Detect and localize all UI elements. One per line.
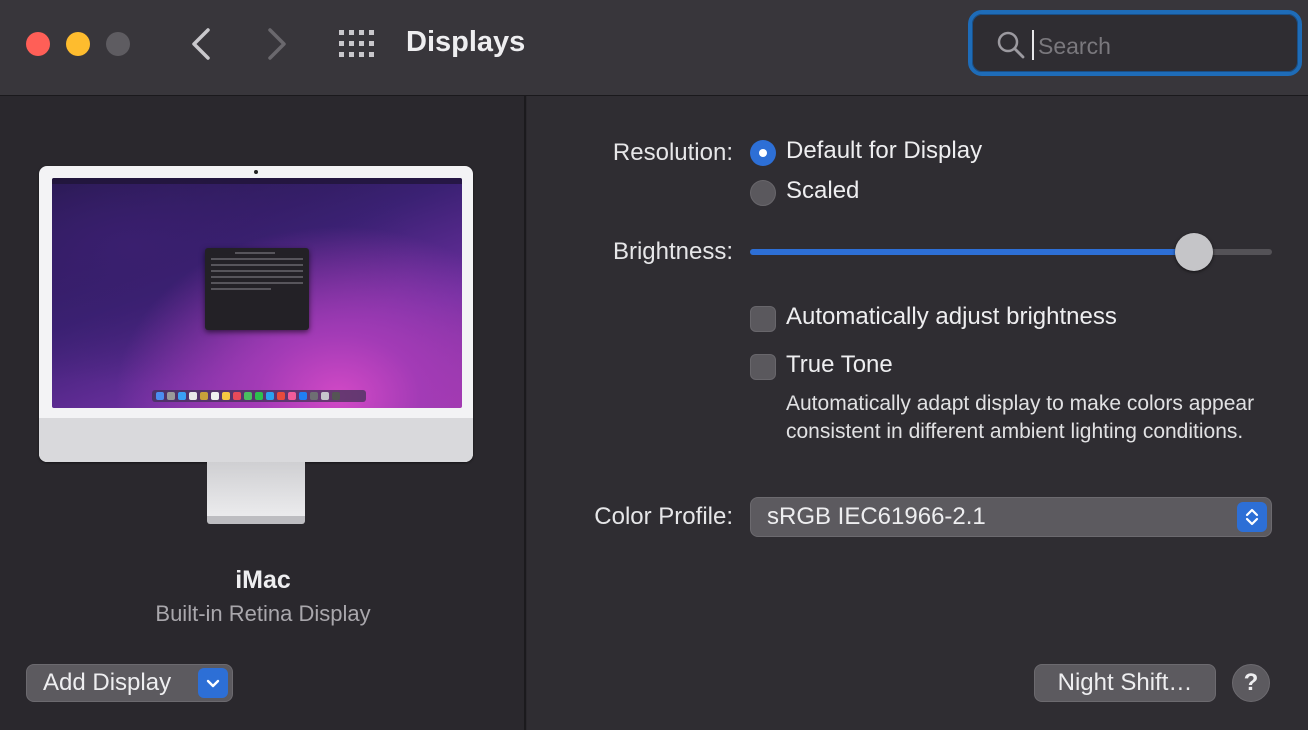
chevron-down-icon: [206, 679, 220, 688]
display-settings-pane: Resolution: Default for Display Scaled B…: [527, 96, 1308, 730]
resolution-scaled-radio[interactable]: [750, 180, 776, 206]
auto-brightness-label[interactable]: Automatically adjust brightness: [786, 303, 1117, 331]
display-list-pane: iMac Built-in Retina Display Add Display: [0, 96, 526, 730]
search-icon: [997, 31, 1025, 59]
brightness-slider-knob[interactable]: [1175, 233, 1213, 271]
imac-body: [39, 166, 473, 462]
brightness-slider[interactable]: [750, 233, 1272, 271]
camera-dot: [254, 170, 258, 174]
preview-window: [205, 248, 309, 330]
true-tone-checkbox[interactable]: [750, 354, 776, 380]
search-field[interactable]: [968, 10, 1302, 76]
brightness-slider-fill: [750, 249, 1194, 255]
color-profile-select[interactable]: sRGB IEC61966-2.1: [750, 497, 1272, 537]
grid-icon: [339, 30, 374, 57]
add-display-dropdown[interactable]: [198, 668, 228, 698]
color-profile-value: sRGB IEC61966-2.1: [767, 503, 986, 530]
imac-base: [207, 516, 305, 524]
device-subtitle: Built-in Retina Display: [155, 601, 371, 626]
help-button[interactable]: ?: [1232, 664, 1270, 702]
imac-screen-preview: [52, 178, 462, 408]
imac-illustration: [39, 166, 473, 530]
preview-dock: [152, 390, 366, 402]
close-button[interactable]: [26, 32, 50, 56]
show-all-button[interactable]: [338, 29, 376, 59]
zoom-button: [106, 32, 130, 56]
resolution-scaled-label[interactable]: Scaled: [786, 177, 859, 205]
preview-menubar: [52, 178, 462, 184]
search-input[interactable]: [1036, 28, 1290, 64]
auto-brightness-checkbox[interactable]: [750, 306, 776, 332]
forward-chevron-icon: [268, 28, 286, 60]
add-display-button[interactable]: Add Display: [26, 664, 233, 702]
window-title: Displays: [406, 26, 526, 58]
color-profile-stepper: [1237, 502, 1267, 532]
true-tone-description: Automatically adapt display to make colo…: [786, 392, 1255, 443]
resolution-default-label[interactable]: Default for Display: [786, 137, 982, 165]
brightness-label: Brightness:: [612, 238, 733, 265]
device-name: iMac: [235, 566, 291, 594]
chevron-updown-icon: [1245, 508, 1259, 526]
imac-chin: [39, 418, 473, 462]
night-shift-button[interactable]: Night Shift…: [1034, 664, 1216, 702]
minimize-button[interactable]: [66, 32, 90, 56]
back-button[interactable]: [182, 24, 222, 64]
resolution-default-radio[interactable]: [750, 140, 776, 166]
imac-stand: [207, 462, 305, 518]
add-display-label: Add Display: [43, 669, 172, 696]
color-profile-label: Color Profile:: [594, 503, 733, 530]
resolution-label: Resolution:: [612, 139, 733, 166]
forward-button: [256, 24, 296, 64]
text-caret: [1032, 30, 1034, 60]
title-bar: Displays: [0, 0, 1308, 96]
true-tone-label[interactable]: True Tone: [786, 351, 893, 379]
back-chevron-icon: [192, 28, 210, 60]
